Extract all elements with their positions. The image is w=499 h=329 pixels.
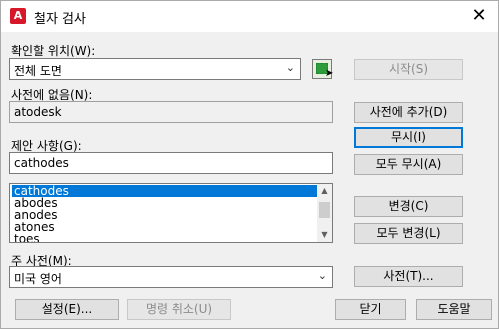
ignore-button[interactable]: 무시(I) bbox=[354, 127, 463, 148]
suggestion-input[interactable]: cathodes bbox=[9, 152, 333, 174]
scroll-thumb[interactable] bbox=[319, 202, 330, 218]
cursor-arrow-icon: ➤ bbox=[325, 68, 334, 79]
main-dictionary-value: 미국 영어 bbox=[14, 272, 62, 286]
where-to-check-label: 확인할 위치(W): bbox=[11, 44, 96, 58]
scroll-up-icon[interactable]: ▲ bbox=[317, 184, 332, 198]
not-in-dictionary-value: atodesk bbox=[14, 105, 62, 119]
chevron-down-icon: ⌄ bbox=[317, 269, 327, 282]
list-item[interactable]: cathodes bbox=[12, 185, 318, 197]
title-bar: A 철자 검사 ✕ bbox=[1, 1, 498, 32]
spell-check-dialog: A 철자 검사 ✕ 확인할 위치(W): 전체 도면 ⌄ ➤ 시작(S) 사전에… bbox=[0, 0, 499, 329]
chevron-down-icon: ⌄ bbox=[285, 61, 295, 74]
undo-button[interactable]: 명령 취소(U) bbox=[127, 299, 231, 320]
autocad-app-icon: A bbox=[10, 8, 26, 24]
list-item[interactable]: atones bbox=[12, 221, 318, 233]
main-dictionary-select[interactable]: 미국 영어 ⌄ bbox=[9, 266, 333, 288]
start-button[interactable]: 시작(S) bbox=[354, 59, 463, 80]
dialog-title: 철자 검사 bbox=[34, 12, 86, 27]
not-in-dictionary-field: atodesk bbox=[9, 101, 333, 123]
close-icon[interactable]: ✕ bbox=[467, 5, 491, 27]
change-all-button[interactable]: 모두 변경(L) bbox=[354, 223, 463, 244]
list-item[interactable]: abodes bbox=[12, 197, 318, 209]
help-button[interactable]: 도움말 bbox=[416, 299, 492, 320]
suggestions-list[interactable]: cathodes abodes anodes atones toes ▲ ▼ bbox=[9, 183, 333, 243]
close-button[interactable]: 닫기 bbox=[335, 299, 406, 320]
scroll-down-icon[interactable]: ▼ bbox=[317, 228, 332, 242]
where-to-check-value: 전체 도면 bbox=[14, 64, 62, 78]
add-to-dictionary-button[interactable]: 사전에 추가(D) bbox=[354, 102, 463, 123]
ignore-all-button[interactable]: 모두 무시(A) bbox=[354, 154, 463, 175]
select-objects-button[interactable]: ➤ bbox=[312, 59, 334, 79]
settings-button[interactable]: 설정(E)... bbox=[15, 299, 119, 320]
where-to-check-select[interactable]: 전체 도면 ⌄ bbox=[9, 58, 301, 80]
change-button[interactable]: 변경(C) bbox=[354, 196, 463, 217]
suggestion-input-value: cathodes bbox=[14, 156, 69, 170]
list-item[interactable]: toes bbox=[12, 233, 318, 242]
suggestions-scrollbar[interactable]: ▲ ▼ bbox=[317, 184, 332, 242]
dictionaries-button[interactable]: 사전(T)... bbox=[354, 266, 463, 287]
list-item[interactable]: anodes bbox=[12, 209, 318, 221]
